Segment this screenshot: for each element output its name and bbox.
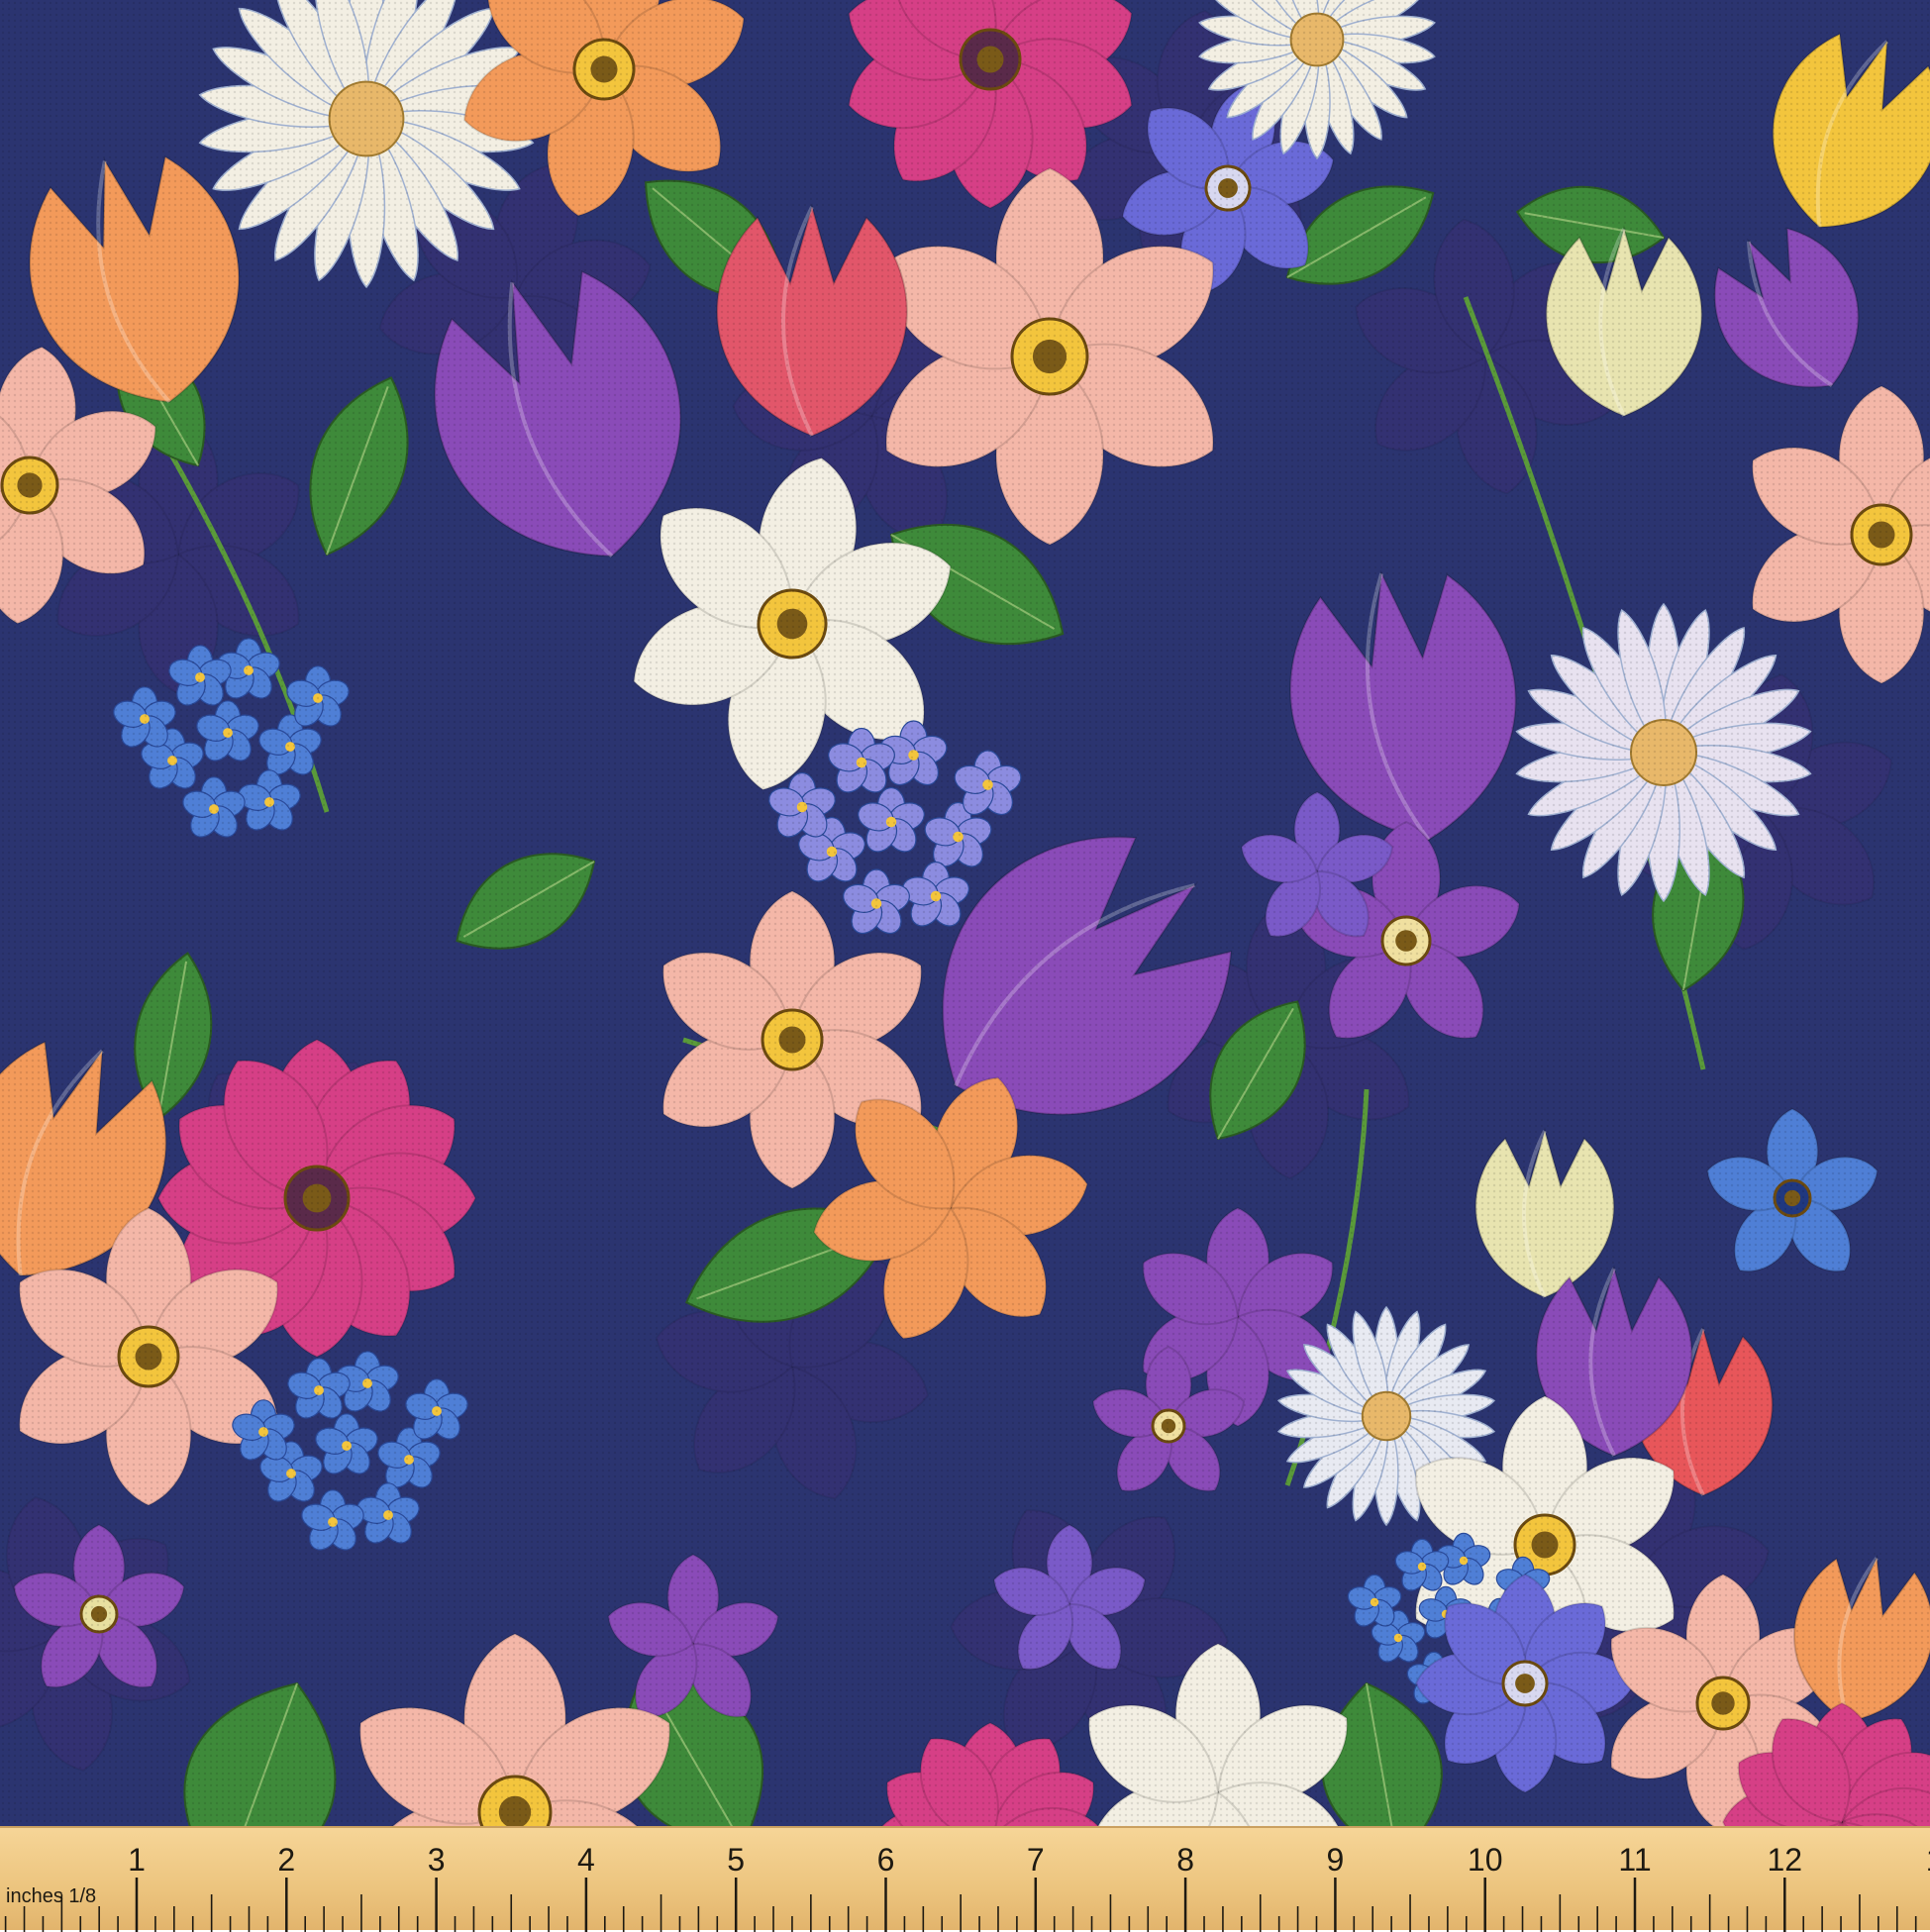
ruler-number: 6 — [876, 1842, 895, 1878]
ruler-unit-label: inches 1/8 — [6, 1885, 97, 1907]
ruler-number: 8 — [1176, 1842, 1194, 1878]
ruler-number: 2 — [277, 1842, 296, 1878]
ruler-number: 9 — [1326, 1842, 1345, 1878]
ruler-number: 10 — [1467, 1842, 1503, 1878]
ruler-number: 1 — [128, 1842, 146, 1878]
ruler-number: 7 — [1026, 1842, 1045, 1878]
ruler-number: 5 — [727, 1842, 746, 1878]
ruler-number: 11 — [1618, 1842, 1652, 1878]
floral-fabric-swatch — [0, 0, 1930, 1826]
ruler-number: 12 — [1767, 1842, 1803, 1878]
measuring-ruler: inches 1/8 1234567891011121 — [0, 1826, 1930, 1932]
fabric-texture — [0, 0, 1930, 1826]
floral-pattern — [0, 0, 1930, 1826]
ruler-number: 3 — [427, 1842, 446, 1878]
ruler-number: 1 — [1926, 1842, 1930, 1879]
ruler-number: 4 — [576, 1842, 595, 1878]
